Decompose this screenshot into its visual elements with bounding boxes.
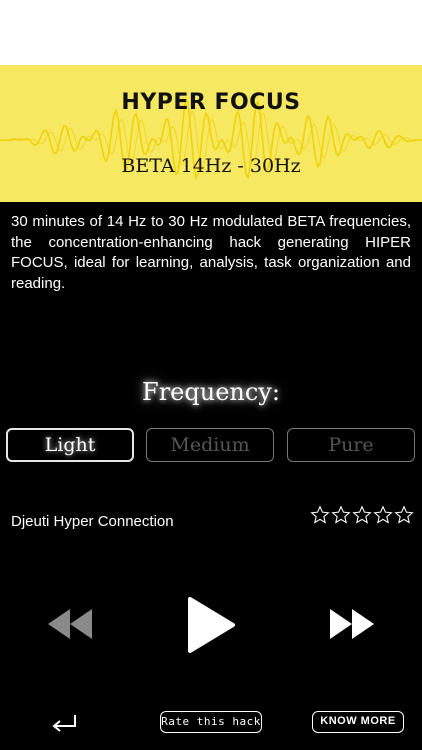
frequency-option-pure[interactable]: Pure bbox=[287, 428, 415, 462]
banner-title: HYPER FOCUS bbox=[121, 90, 301, 115]
play-icon[interactable] bbox=[184, 596, 236, 654]
top-bar bbox=[0, 0, 422, 65]
star-icon[interactable] bbox=[394, 505, 414, 525]
return-arrow-icon[interactable] bbox=[50, 712, 78, 734]
header-banner: HYPER FOCUS BETA 14Hz - 30Hz bbox=[0, 65, 422, 202]
know-more-button[interactable]: KNOW MORE bbox=[312, 711, 404, 733]
frequency-heading: Frequency: bbox=[142, 378, 280, 406]
star-icon[interactable] bbox=[352, 505, 372, 525]
track-name: Djeuti Hyper Connection bbox=[11, 513, 174, 530]
rewind-icon[interactable] bbox=[46, 607, 94, 641]
fast-forward-icon[interactable] bbox=[328, 607, 376, 641]
star-icon[interactable] bbox=[373, 505, 393, 525]
frequency-option-light[interactable]: Light bbox=[6, 428, 134, 462]
rating-stars[interactable] bbox=[310, 505, 414, 527]
star-icon[interactable] bbox=[310, 505, 330, 525]
rate-hack-button[interactable]: Rate this hack bbox=[160, 711, 262, 733]
hack-description: 30 minutes of 14 Hz to 30 Hz modulated B… bbox=[11, 213, 411, 292]
frequency-option-medium[interactable]: Medium bbox=[146, 428, 274, 462]
star-icon[interactable] bbox=[331, 505, 351, 525]
banner-subtitle: BETA 14Hz - 30Hz bbox=[121, 155, 301, 177]
